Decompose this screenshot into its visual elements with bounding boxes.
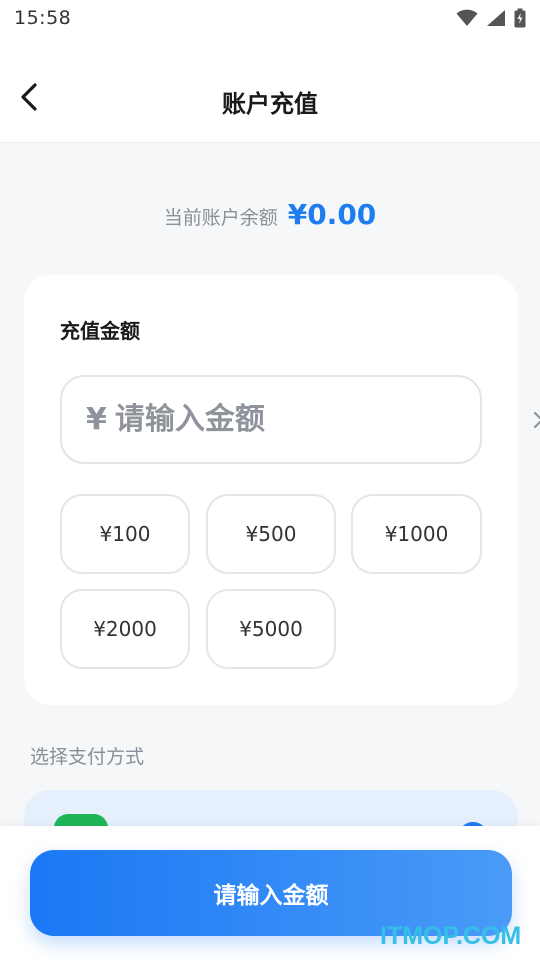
clear-button[interactable] (533, 408, 540, 432)
amount-input[interactable] (114, 402, 533, 437)
currency-sign: ¥ (86, 402, 107, 437)
preset-amount-1000[interactable]: ¥1000 (351, 494, 482, 574)
signal-icon (487, 10, 505, 26)
status-bar: 15:58 (0, 0, 540, 36)
header: 账户充值 (0, 36, 540, 143)
preset-amount-100[interactable]: ¥100 (60, 494, 190, 574)
battery-icon (514, 8, 526, 28)
preset-amount-2000[interactable]: ¥2000 (60, 589, 190, 669)
close-icon (533, 411, 540, 428)
payment-method-label: 选择支付方式 (30, 746, 145, 768)
balance-label: 当前账户余额 (163, 207, 278, 229)
preset-amount-500[interactable]: ¥500 (206, 494, 336, 574)
preset-amount-5000[interactable]: ¥5000 (206, 589, 336, 669)
status-icons (456, 8, 526, 28)
amount-card-title: 充值金额 (60, 319, 140, 343)
balance-value: ¥0.00 (287, 198, 377, 231)
status-time: 15:58 (14, 7, 72, 29)
watermark: ITMOP.COM (380, 922, 522, 950)
wifi-icon (456, 9, 478, 26)
balance-row: 当前账户余额 ¥0.00 (0, 198, 540, 231)
amount-card: 充值金额 ¥ ¥100 ¥500 ¥1000 ¥2000 ¥5000 (24, 275, 540, 705)
page-title: 账户充值 (222, 90, 318, 118)
amount-input-container: ¥ (60, 375, 540, 464)
